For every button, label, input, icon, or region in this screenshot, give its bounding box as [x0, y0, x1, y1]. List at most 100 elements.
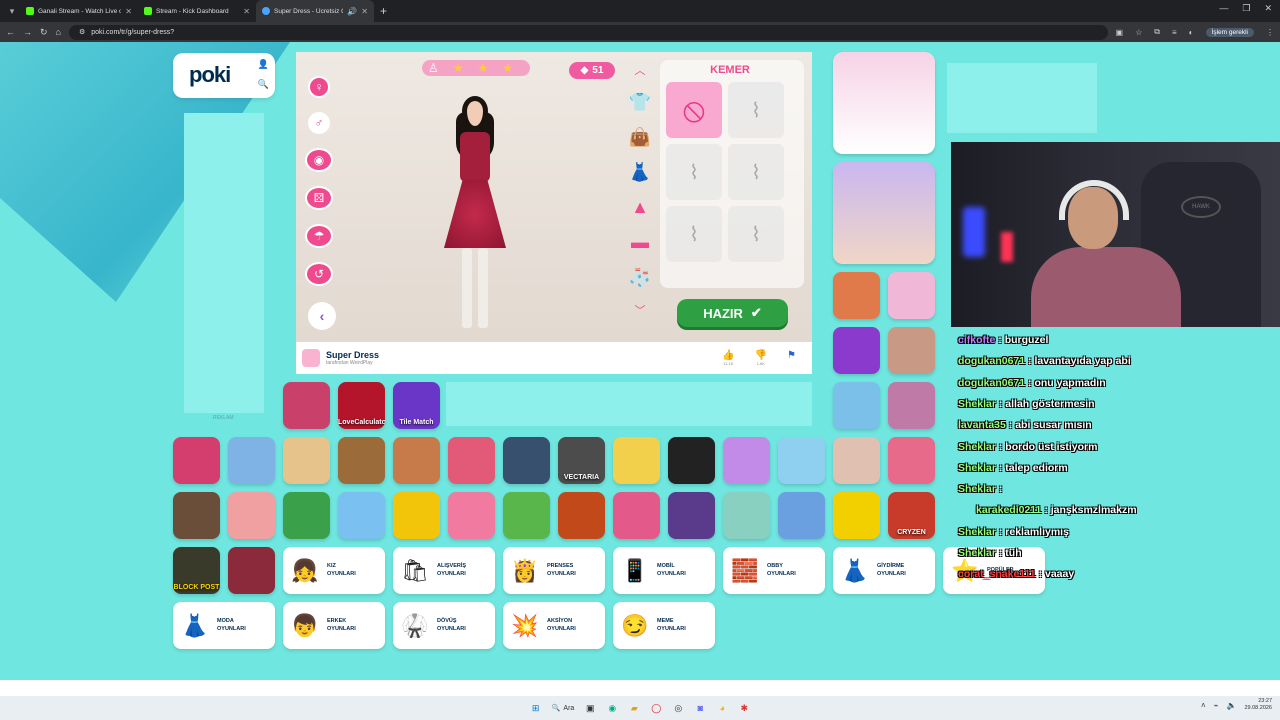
- belt-option[interactable]: ⌇: [728, 144, 784, 200]
- category-link[interactable]: 👧 KIZ OYUNLARI: [283, 547, 385, 594]
- chat-username[interactable]: dogukan0671: [958, 355, 1025, 367]
- dislike-button[interactable]: 👎 1.6K: [755, 350, 767, 366]
- reset-icon[interactable]: ↺: [305, 262, 333, 286]
- windows-start-icon[interactable]: ⊞: [530, 702, 542, 714]
- chat-username[interactable]: Sheklar: [958, 526, 996, 538]
- game-tile[interactable]: [668, 437, 715, 484]
- user-icon[interactable]: 👤: [258, 59, 269, 70]
- category-link[interactable]: 🛍 ALIŞVERİŞ OYUNLARI: [393, 547, 495, 594]
- game-tile[interactable]: [448, 437, 495, 484]
- poki-logo[interactable]: poki: [189, 62, 231, 88]
- male-gender-icon[interactable]: ♂: [308, 112, 330, 134]
- back-arrow-button[interactable]: ‹: [308, 302, 336, 330]
- tab-0[interactable]: Ganali Stream - Watch Live on K ✕: [20, 0, 138, 22]
- game-tile[interactable]: CRYZEN: [888, 492, 935, 539]
- skirt-icon[interactable]: ▲: [631, 197, 649, 218]
- game-tile[interactable]: [503, 437, 550, 484]
- sock-icon[interactable]: 🧦: [629, 267, 651, 288]
- reload-icon[interactable]: ↻: [40, 27, 48, 38]
- maximize-icon[interactable]: ❐: [1242, 3, 1250, 14]
- chat-username[interactable]: karakedi0211: [976, 504, 1041, 516]
- chevron-up-icon[interactable]: ︿: [635, 62, 646, 78]
- tab-search-icon[interactable]: ▾: [4, 6, 20, 17]
- shower-icon[interactable]: ☂: [305, 224, 333, 248]
- game-tile[interactable]: [723, 492, 770, 539]
- game-tile[interactable]: [888, 272, 935, 319]
- game-tile[interactable]: [833, 272, 880, 319]
- close-window-icon[interactable]: ✕: [1264, 3, 1272, 14]
- game-tile[interactable]: Tile Match: [393, 382, 440, 429]
- bag-icon[interactable]: 👜: [629, 127, 651, 148]
- belt-icon[interactable]: ▬: [631, 232, 649, 253]
- category-link[interactable]: 👦 ERKEK OYUNLARI: [283, 602, 385, 649]
- game-tile[interactable]: LoveCalculator: [338, 382, 385, 429]
- category-link[interactable]: 👗 GİYDİRME OYUNLARI: [833, 547, 935, 594]
- bookmark-star-icon[interactable]: ☆: [1135, 28, 1142, 37]
- game-tile[interactable]: [228, 492, 275, 539]
- category-link[interactable]: 👗 MODA OYUNLARI: [173, 602, 275, 649]
- opera-icon[interactable]: ◯: [650, 702, 662, 714]
- chat-username[interactable]: Sheklar: [958, 547, 996, 559]
- game-tile[interactable]: BLOCK POST: [173, 547, 220, 594]
- game-tile[interactable]: [173, 437, 220, 484]
- ready-button[interactable]: HAZIR ✔: [677, 299, 788, 327]
- report-button[interactable]: ⚑: [787, 350, 796, 366]
- game-tile[interactable]: [833, 382, 880, 429]
- game-tile[interactable]: [833, 162, 935, 264]
- female-gender-icon[interactable]: ♀: [308, 76, 330, 98]
- game-tile[interactable]: [503, 492, 550, 539]
- game-tile[interactable]: [778, 492, 825, 539]
- task-view-icon[interactable]: ▣: [584, 702, 596, 714]
- obs-icon[interactable]: ◎: [672, 702, 684, 714]
- volume-icon[interactable]: 🔈: [1227, 701, 1237, 710]
- category-link[interactable]: 🥋 DÖVÜŞ OYUNLARI: [393, 602, 495, 649]
- chat-username[interactable]: Sheklar: [958, 483, 996, 495]
- chevron-up-icon[interactable]: ˄: [1201, 701, 1206, 710]
- category-link[interactable]: 📱 MOBİL OYUNLARI: [613, 547, 715, 594]
- game-tile[interactable]: [393, 492, 440, 539]
- game-tile[interactable]: VECTARIA: [558, 437, 605, 484]
- game-tile[interactable]: [613, 437, 660, 484]
- chat-username[interactable]: Sheklar: [958, 441, 996, 453]
- like-button[interactable]: 👍 11.1K: [722, 350, 734, 366]
- minimize-icon[interactable]: —: [1219, 3, 1228, 14]
- belt-option[interactable]: ⌇: [666, 206, 722, 262]
- game-tile[interactable]: [778, 437, 825, 484]
- extensions-icon[interactable]: ⧉: [1154, 27, 1160, 37]
- dress-icon[interactable]: 👗: [629, 162, 651, 183]
- folder-icon[interactable]: ▰: [628, 702, 640, 714]
- profile-action-chip[interactable]: İşlem gerekli: [1205, 27, 1254, 37]
- chat-username[interactable]: corat_snake111: [958, 568, 1036, 580]
- chevron-down-icon[interactable]: ﹀: [635, 302, 646, 318]
- game-tile[interactable]: [888, 437, 935, 484]
- edge-icon[interactable]: ◉: [606, 702, 618, 714]
- belt-option[interactable]: ⌇: [666, 144, 722, 200]
- game-tile[interactable]: [888, 382, 935, 429]
- tab-search-icon[interactable]: ≡: [1172, 28, 1177, 37]
- game-tile[interactable]: [833, 327, 880, 374]
- close-tab-icon[interactable]: ✕: [243, 7, 250, 16]
- home-icon[interactable]: ⌂: [56, 27, 61, 37]
- top-shirt-icon[interactable]: 👕: [629, 92, 651, 113]
- chat-username[interactable]: lavanta35: [958, 419, 1006, 431]
- tab-2[interactable]: Super Dress - Ücretsiz Onli 🔊 ✕: [256, 0, 374, 22]
- dice-icon[interactable]: ⚄: [305, 186, 333, 210]
- belt-option[interactable]: ⌇: [728, 206, 784, 262]
- category-link[interactable]: 👸 PRENSES OYUNLARI: [503, 547, 605, 594]
- belt-option[interactable]: ⌇: [728, 82, 784, 138]
- discord-icon[interactable]: ◙: [694, 702, 706, 714]
- avatar[interactable]: ◐: [1189, 28, 1194, 37]
- chat-username[interactable]: Sheklar: [958, 398, 996, 410]
- camera-icon[interactable]: ◉: [305, 148, 333, 172]
- game-tile[interactable]: [833, 492, 880, 539]
- cast-icon[interactable]: ▣: [1116, 28, 1124, 37]
- game-tile[interactable]: [338, 492, 385, 539]
- chat-username[interactable]: dogukan0671: [958, 377, 1025, 389]
- game-tile[interactable]: [228, 437, 275, 484]
- chat-username[interactable]: cifkofte: [958, 334, 995, 346]
- game-tile[interactable]: [448, 492, 495, 539]
- app-icon[interactable]: ✱: [738, 702, 750, 714]
- category-link[interactable]: 🧱 OBBY OYUNLARI: [723, 547, 825, 594]
- game-tile[interactable]: [283, 437, 330, 484]
- close-tab-icon[interactable]: ✕: [125, 7, 132, 16]
